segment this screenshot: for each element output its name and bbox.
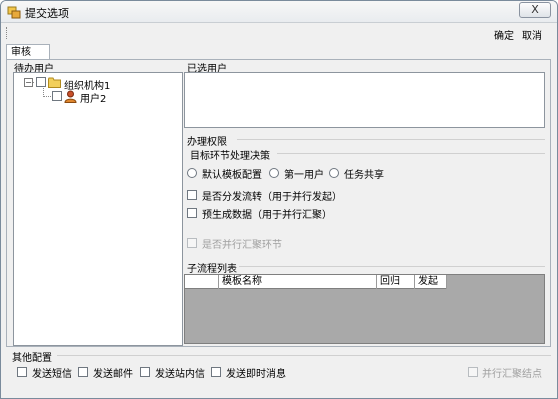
radio-default-template[interactable] (187, 168, 197, 178)
radio-first-user-label[interactable]: 第一用户 (284, 166, 324, 181)
tab-page-review: 待办用户 − 组织机构1 用户2 已选用户 办理权限 目标环节处理决策 默认模板… (6, 59, 551, 347)
selected-users-list[interactable] (184, 72, 545, 128)
checkbox-parallel-merge-label: 是否并行汇聚环节 (202, 240, 282, 251)
radio-default-template-label[interactable]: 默认模板配置 (202, 166, 262, 181)
close-icon: X (531, 3, 539, 16)
checkbox-parallel-node-label: 并行汇聚结点 (482, 369, 542, 380)
grid-header: 模板名称 回归 发起 (185, 275, 447, 289)
app-icon (7, 5, 21, 19)
checkbox-pregenerate[interactable] (187, 208, 197, 218)
grid-row-header-cell (185, 275, 219, 289)
checkbox-send-internal[interactable] (140, 367, 150, 377)
confirm-button[interactable]: 确定 (494, 27, 514, 42)
toolbar: 确定 取消 (2, 24, 556, 42)
dialog-window: 提交选项 X 确定 取消 审核 待办用户 − 组织机构1 用户2 已选用户 办理… (0, 0, 558, 399)
column-template-name[interactable]: 模板名称 (219, 275, 377, 289)
subprocess-grid[interactable]: 模板名称 回归 发起 (184, 274, 545, 344)
checkbox-parallel-merge (187, 238, 197, 248)
cancel-button[interactable]: 取消 (522, 27, 542, 42)
tree-item-user2-label[interactable]: 用户2 (80, 90, 106, 105)
folder-icon (48, 77, 61, 88)
other-config-label: 其他配置 (12, 353, 52, 364)
collapse-icon[interactable]: − (24, 78, 33, 87)
checkbox-pregenerate-label[interactable]: 预生成数据（用于并行汇聚） (202, 206, 332, 221)
column-return[interactable]: 回归 (377, 275, 415, 289)
subprocess-label: 子流程列表 (187, 264, 237, 275)
checkbox-send-im-label[interactable]: 发送即时消息 (226, 365, 286, 380)
checkbox-send-email-label[interactable]: 发送邮件 (93, 365, 133, 380)
window-title: 提交选项 (25, 7, 69, 20)
checkbox-distribute[interactable] (187, 190, 197, 200)
checkbox-send-sms[interactable] (17, 367, 27, 377)
target-policy-label: 目标环节处理决策 (190, 151, 270, 162)
divider (237, 139, 545, 140)
divider (277, 153, 545, 154)
tree-checkbox-org1[interactable] (36, 77, 46, 87)
divider (57, 355, 551, 356)
radio-task-share[interactable] (329, 168, 339, 178)
checkbox-send-sms-label[interactable]: 发送短信 (32, 365, 72, 380)
checkbox-parallel-node (468, 367, 478, 377)
radio-first-user[interactable] (269, 168, 279, 178)
title-bar: 提交选项 X (1, 1, 557, 23)
toolbar-grip[interactable] (6, 27, 8, 39)
column-initiate[interactable]: 发起 (415, 275, 447, 289)
tree-connector (43, 96, 51, 97)
checkbox-send-im[interactable] (211, 367, 221, 377)
close-button[interactable]: X (519, 2, 551, 18)
permissions-label: 办理权限 (187, 137, 227, 148)
checkbox-distribute-label[interactable]: 是否分发流转（用于并行发起） (202, 188, 342, 203)
checkbox-send-email[interactable] (78, 367, 88, 377)
user-icon (64, 90, 77, 103)
tree-checkbox-user2[interactable] (52, 91, 62, 101)
radio-task-share-label[interactable]: 任务共享 (344, 166, 384, 181)
checkbox-send-internal-label[interactable]: 发送站内信 (155, 365, 205, 380)
pending-users-tree[interactable]: − 组织机构1 用户2 (13, 72, 183, 346)
divider (239, 266, 545, 267)
